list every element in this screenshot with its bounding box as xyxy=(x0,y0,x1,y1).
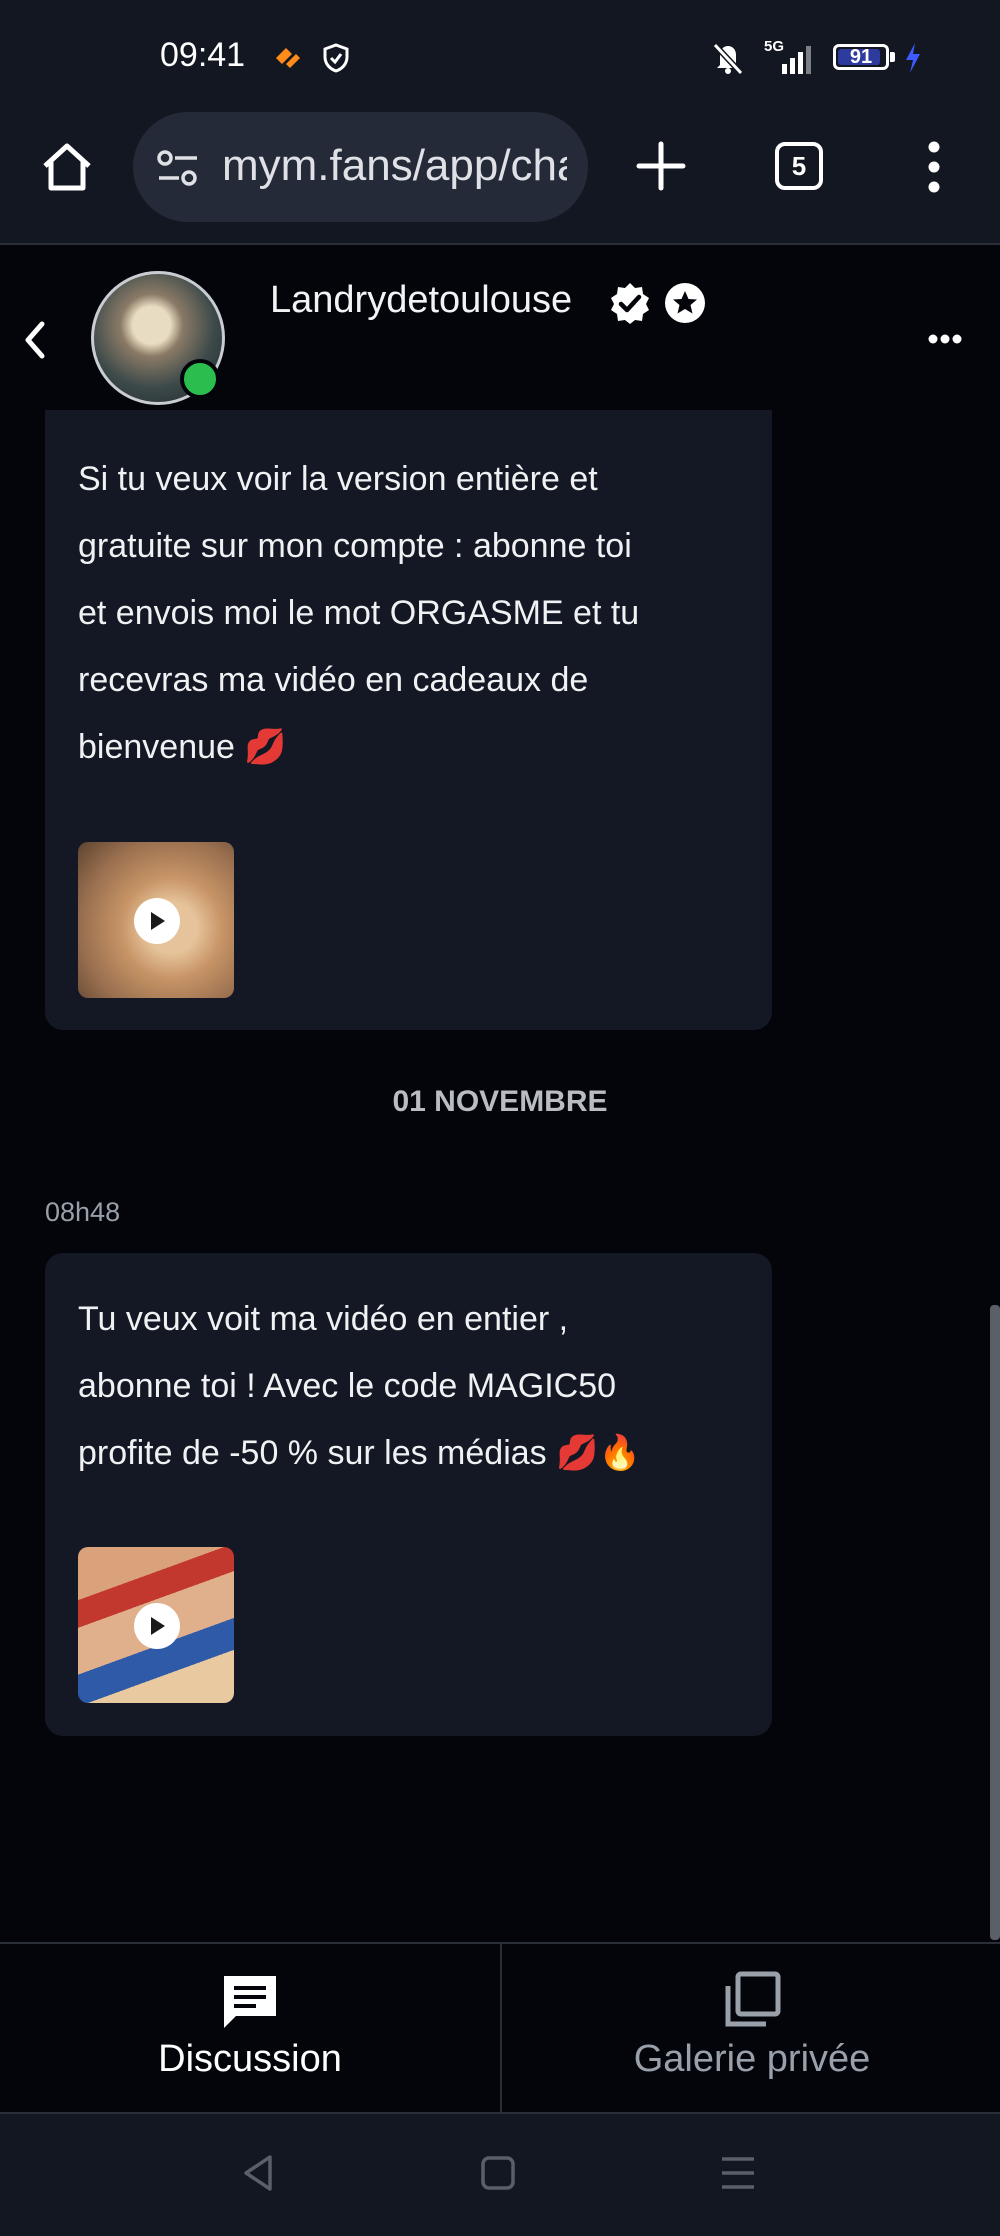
message-line: gratuite sur mon compte : abonne toi xyxy=(78,527,632,565)
message-line: Si tu veux voir la version entière et xyxy=(78,460,598,498)
nav-menu-icon[interactable] xyxy=(718,2155,758,2191)
more-options-icon[interactable] xyxy=(928,332,962,346)
message-line: profite de -50 % sur les médias 💋🔥 xyxy=(78,1434,641,1472)
video-thumbnail[interactable] xyxy=(78,842,234,998)
video-thumbnail[interactable] xyxy=(78,1547,234,1703)
message-timestamp: 08h48 xyxy=(45,1197,121,1227)
tab-switcher-button[interactable]: 5 xyxy=(775,142,823,190)
mute-bell-icon xyxy=(707,36,749,80)
play-icon[interactable] xyxy=(134,898,180,944)
back-icon[interactable] xyxy=(18,318,52,362)
tab-label: Galerie privée xyxy=(633,2038,871,2080)
battery-level: 91 xyxy=(849,45,873,68)
charging-icon xyxy=(900,36,926,80)
message-line: bienvenue 💋 xyxy=(78,728,287,766)
chat-icon xyxy=(220,1972,280,2032)
signal-icon: 5G xyxy=(760,36,820,80)
new-tab-icon[interactable] xyxy=(635,140,687,192)
tab-private-gallery[interactable]: Galerie privée xyxy=(502,1944,1000,2112)
message-text: Tu veux voit ma vidéo en entier , abonne… xyxy=(78,1286,758,1487)
home-icon[interactable] xyxy=(38,138,96,196)
shield-icon xyxy=(318,36,354,80)
message-line: recevras ma vidéo en cadeaux de xyxy=(78,661,589,699)
scrollbar[interactable] xyxy=(990,1305,1000,1940)
network-type-label: 5G xyxy=(764,38,785,55)
tab-discussion[interactable]: Discussion xyxy=(0,1944,500,2112)
url-text[interactable]: mym.fans/app/chat xyxy=(222,141,567,191)
message-text: Si tu veux voir la version entière et gr… xyxy=(78,446,758,781)
gallery-icon xyxy=(720,1970,782,2032)
star-badge-icon xyxy=(664,282,706,324)
browser-menu-icon[interactable] xyxy=(924,140,944,194)
nav-home-icon[interactable] xyxy=(480,2155,516,2191)
message-line: et envois moi le mot ORGASME et tu xyxy=(78,594,640,632)
site-settings-icon[interactable] xyxy=(155,148,201,188)
battery-icon: 91 xyxy=(833,44,889,70)
play-icon[interactable] xyxy=(134,1603,180,1649)
online-indicator xyxy=(180,359,220,399)
app-notification-icon xyxy=(270,36,306,80)
message-line: abonne toi ! Avec le code MAGIC50 xyxy=(78,1367,617,1405)
tab-label: Discussion xyxy=(158,2038,342,2080)
nav-back-icon[interactable] xyxy=(240,2153,276,2193)
battery-tip xyxy=(890,52,895,62)
clock: 09:41 xyxy=(160,36,246,74)
message-line: Tu veux voit ma vidéo en entier , xyxy=(78,1300,569,1338)
verified-badge-icon xyxy=(608,281,652,325)
username[interactable]: Landrydetoulouse xyxy=(270,279,572,322)
date-separator: 01 NOVEMBRE xyxy=(392,1085,608,1118)
